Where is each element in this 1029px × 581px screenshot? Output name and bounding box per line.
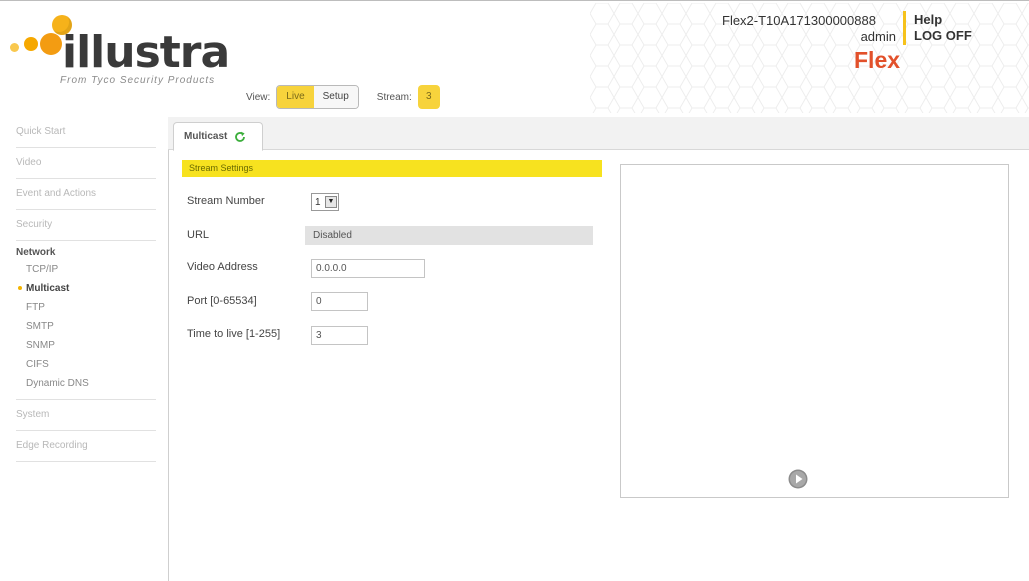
stream-label: Stream: (376, 91, 412, 103)
user-name: admin (860, 29, 896, 44)
tab-strip (168, 117, 1029, 150)
sidebar-subitem-tcpip[interactable]: TCP/IP (16, 260, 156, 279)
sidebar-subitem-multicast[interactable]: Multicast (16, 279, 156, 298)
tab-label: Multicast (184, 131, 228, 142)
url-field: Disabled (305, 226, 593, 245)
logoff-link[interactable]: LOG OFF (914, 28, 972, 43)
refresh-icon[interactable] (234, 131, 246, 143)
flex-brand-label: Flex (854, 47, 901, 73)
sidebar-item-edge-recording[interactable]: Edge Recording (16, 431, 156, 462)
sidebar-item-quick-start[interactable]: Quick Start (16, 117, 156, 148)
sidebar-nav: Quick Start Video Event and Actions Secu… (16, 117, 156, 462)
video-preview-panel (620, 164, 1009, 498)
port-label: Port [0-65534] (187, 295, 257, 307)
view-setup-button[interactable]: Setup (313, 86, 358, 108)
logo-text: illustra (62, 27, 230, 78)
illustra-logo: illustra From Tyco Security Products (6, 9, 236, 89)
logo-dot (40, 33, 62, 55)
logo-dot (24, 37, 38, 51)
header-divider (903, 11, 906, 45)
ttl-input[interactable] (311, 326, 368, 345)
sidebar-item-system[interactable]: System (16, 400, 156, 431)
view-selector: View: Live Setup Stream: 3 (246, 85, 440, 109)
video-address-input[interactable] (311, 259, 425, 278)
tab-multicast[interactable]: Multicast (173, 122, 263, 151)
sidebar-item-security[interactable]: Security (16, 210, 156, 241)
header: illustra From Tyco Security Products Vie… (0, 0, 1029, 115)
sidebar-subitem-ftp[interactable]: FTP (16, 298, 156, 317)
select-arrow-icon: ▼ (325, 196, 337, 208)
sidebar-item-video[interactable]: Video (16, 148, 156, 179)
sidebar-item-event-and-actions[interactable]: Event and Actions (16, 179, 156, 210)
section-title-bar: Stream Settings (182, 160, 602, 177)
active-bullet-icon (18, 286, 22, 291)
logo-subtitle: From Tyco Security Products (60, 75, 216, 86)
sidebar-subitem-dynamic-dns[interactable]: Dynamic DNS (16, 374, 156, 393)
sidebar-subitem-snmp[interactable]: SNMP (16, 336, 156, 355)
device-name: Flex2-T10A171300000888 (722, 13, 876, 28)
view-toggle: Live Setup (276, 85, 359, 109)
ttl-label: Time to live [1-255] (187, 328, 281, 340)
stream-number-select[interactable]: 1 ▼ (311, 193, 339, 211)
sidebar-item-network[interactable]: Network (16, 245, 156, 260)
stream-number-value: 1 (315, 196, 321, 208)
sidebar-group-network: Network TCP/IP Multicast FTP SMTP SNMP C… (16, 241, 156, 400)
url-label: URL (187, 229, 210, 241)
main-panel-border (168, 150, 169, 581)
video-address-label: Video Address (187, 261, 258, 273)
help-link[interactable]: Help (914, 12, 942, 27)
play-icon[interactable] (788, 469, 808, 489)
sidebar-subitem-cifs[interactable]: CIFS (16, 355, 156, 374)
logo-dot (10, 43, 19, 52)
view-live-button[interactable]: Live (277, 86, 314, 108)
sidebar-subitem-smtp[interactable]: SMTP (16, 317, 156, 336)
view-label: View: (246, 91, 271, 103)
stream-number-label: Stream Number (187, 195, 265, 207)
stream-button[interactable]: 3 (417, 85, 440, 109)
port-input[interactable] (311, 292, 368, 311)
sidebar-subitem-label: Multicast (26, 283, 70, 294)
